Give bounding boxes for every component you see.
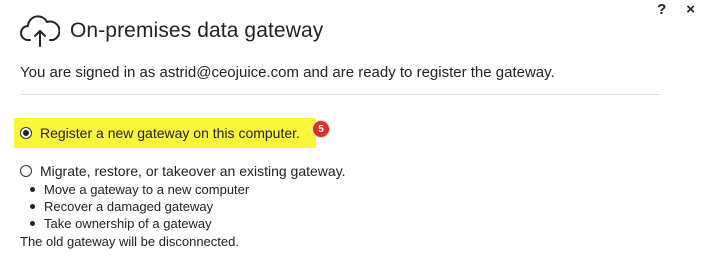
signed-in-status: You are signed in as astrid@ceojuice.com…: [20, 64, 555, 81]
option-register-new-gateway[interactable]: Register a new gateway on this computer.: [14, 118, 316, 148]
window-controls: ? ×: [657, 2, 695, 18]
list-item: Take ownership of a gateway: [30, 215, 249, 232]
help-button[interactable]: ?: [657, 2, 666, 18]
radio-register-new[interactable]: [20, 127, 32, 139]
option-migrate-gateway[interactable]: Migrate, restore, or takeover an existin…: [20, 163, 346, 179]
cloud-upload-icon: [20, 15, 60, 47]
close-button[interactable]: ×: [686, 2, 695, 18]
list-item-text: Recover a damaged gateway: [44, 199, 214, 214]
page-title: On-premises data gateway: [70, 19, 324, 42]
dialog-header: On-premises data gateway: [20, 14, 323, 48]
option-register-label: Register a new gateway on this computer.: [40, 125, 300, 141]
step-badge: 5: [313, 121, 329, 137]
bullet-icon: [30, 221, 35, 226]
divider: [20, 94, 661, 95]
option-migrate-label: Migrate, restore, or takeover an existin…: [40, 163, 346, 179]
radio-migrate[interactable]: [20, 165, 32, 177]
list-item: Move a gateway to a new computer: [30, 181, 249, 198]
list-item-text: Move a gateway to a new computer: [44, 182, 250, 197]
bullet-icon: [30, 204, 35, 209]
list-item-text: Take ownership of a gateway: [44, 216, 212, 231]
bullet-icon: [30, 187, 35, 192]
disconnect-note: The old gateway will be disconnected.: [20, 234, 239, 249]
list-item: Recover a damaged gateway: [30, 198, 249, 215]
gateway-registration-dialog: ? × On-premises data gateway You are sig…: [0, 0, 709, 275]
migrate-details-list: Move a gateway to a new computer Recover…: [30, 181, 249, 232]
